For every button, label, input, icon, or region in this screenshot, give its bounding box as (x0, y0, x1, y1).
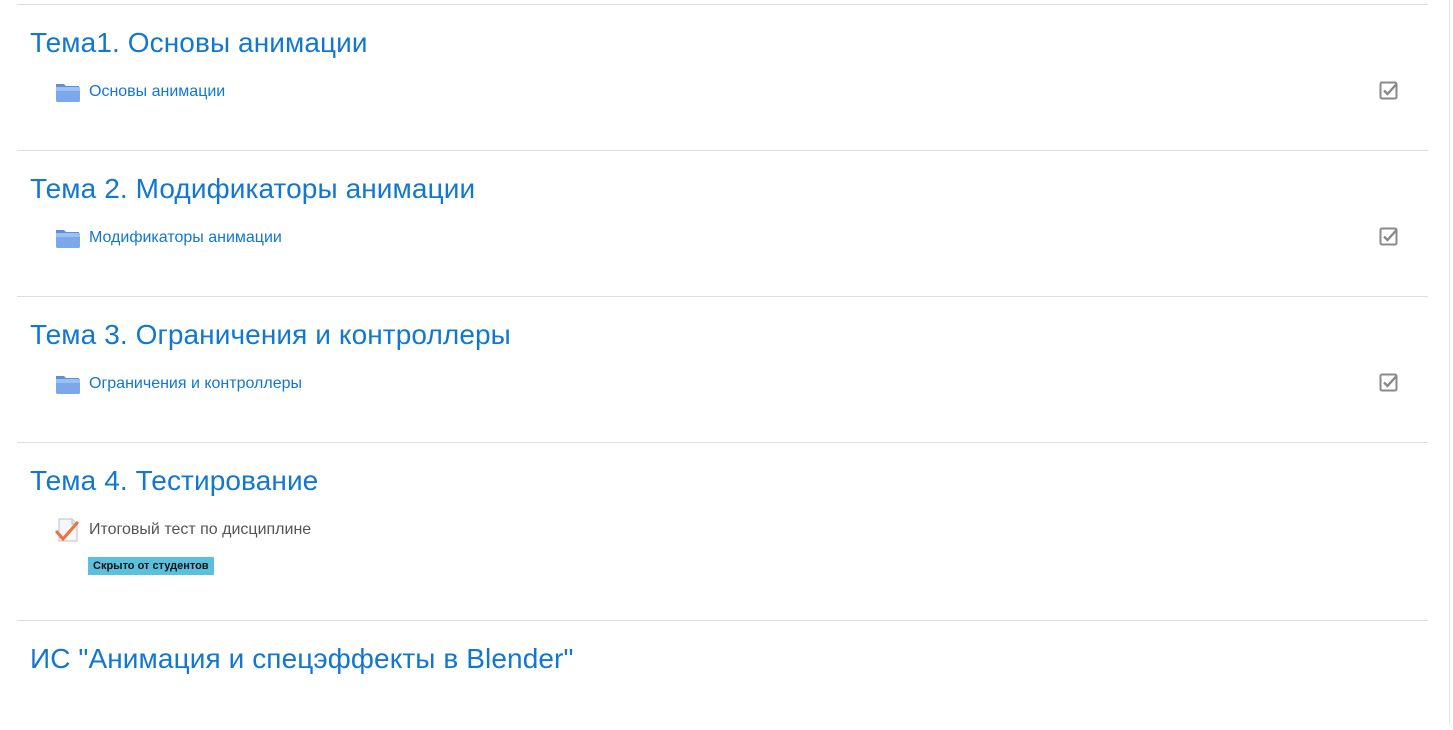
section-title[interactable]: Тема 2. Модификаторы анимации (30, 171, 1415, 207)
course-section: Тема 3. Ограничения и контроллеры Ограни… (17, 296, 1428, 442)
checkbox-checked-icon[interactable] (1379, 373, 1399, 393)
folder-icon (56, 376, 80, 394)
quiz-icon (55, 518, 79, 542)
activity-link[interactable]: Модификаторы анимации (89, 229, 282, 247)
section-title[interactable]: Тема1. Основы анимации (30, 25, 1415, 61)
activity-folder: Основы анимации (55, 77, 1415, 107)
course-section: Тема 2. Модификаторы анимации Модификато… (17, 150, 1428, 296)
course-section: Тема 4. Тестирование Итоговый тест по ди… (17, 442, 1428, 620)
activity-folder: Ограничения и контроллеры (55, 369, 1415, 399)
checkbox-checked-icon[interactable] (1379, 227, 1399, 247)
course-section: Тема1. Основы анимации Основы анимации (17, 4, 1428, 150)
folder-icon (56, 230, 80, 248)
activity-link[interactable]: Основы анимации (89, 83, 225, 101)
section-title[interactable]: ИС "Анимация и спецэффекты в Blender" (30, 641, 1415, 677)
folder-icon (56, 84, 80, 102)
activity-link[interactable]: Ограничения и контроллеры (89, 375, 302, 393)
hidden-from-students-badge: Скрыто от студентов (88, 557, 214, 575)
activity-folder: Модификаторы анимации (55, 223, 1415, 253)
right-border (1449, 0, 1450, 725)
checkbox-checked-icon[interactable] (1379, 81, 1399, 101)
course-content: Тема1. Основы анимации Основы анимации Т… (17, 4, 1428, 730)
section-title[interactable]: Тема 3. Ограничения и контроллеры (30, 317, 1415, 353)
course-section: ИС "Анимация и спецэффекты в Blender" (17, 620, 1428, 730)
activity-quiz: Итоговый тест по дисциплине (55, 515, 1415, 545)
activity-link[interactable]: Итоговый тест по дисциплине (89, 521, 311, 539)
section-title[interactable]: Тема 4. Тестирование (30, 463, 1415, 499)
